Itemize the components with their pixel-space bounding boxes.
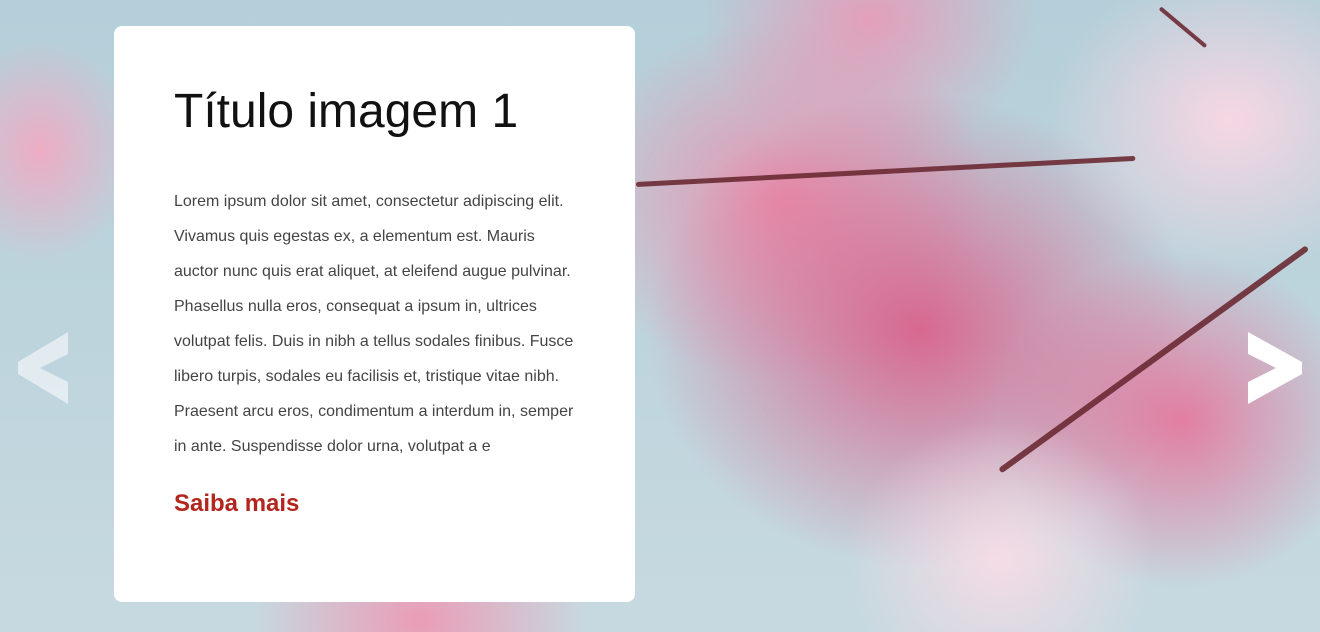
next-slide-button[interactable] (1244, 328, 1304, 408)
slide-description: Lorem ipsum dolor sit amet, consectetur … (174, 193, 574, 455)
hero-slider: Título imagem 1 Lorem ipsum dolor sit am… (0, 0, 1320, 632)
branch-shape (1158, 6, 1208, 49)
slide-title: Título imagem 1 (174, 85, 519, 138)
learn-more-link[interactable]: Saiba mais (174, 490, 299, 518)
slide-caption-card: Título imagem 1 Lorem ipsum dolor sit am… (114, 26, 635, 602)
chevron-left-icon (18, 332, 68, 404)
chevron-right-icon (1248, 332, 1302, 404)
branch-shape (635, 155, 1136, 187)
prev-slide-button[interactable] (14, 328, 74, 408)
